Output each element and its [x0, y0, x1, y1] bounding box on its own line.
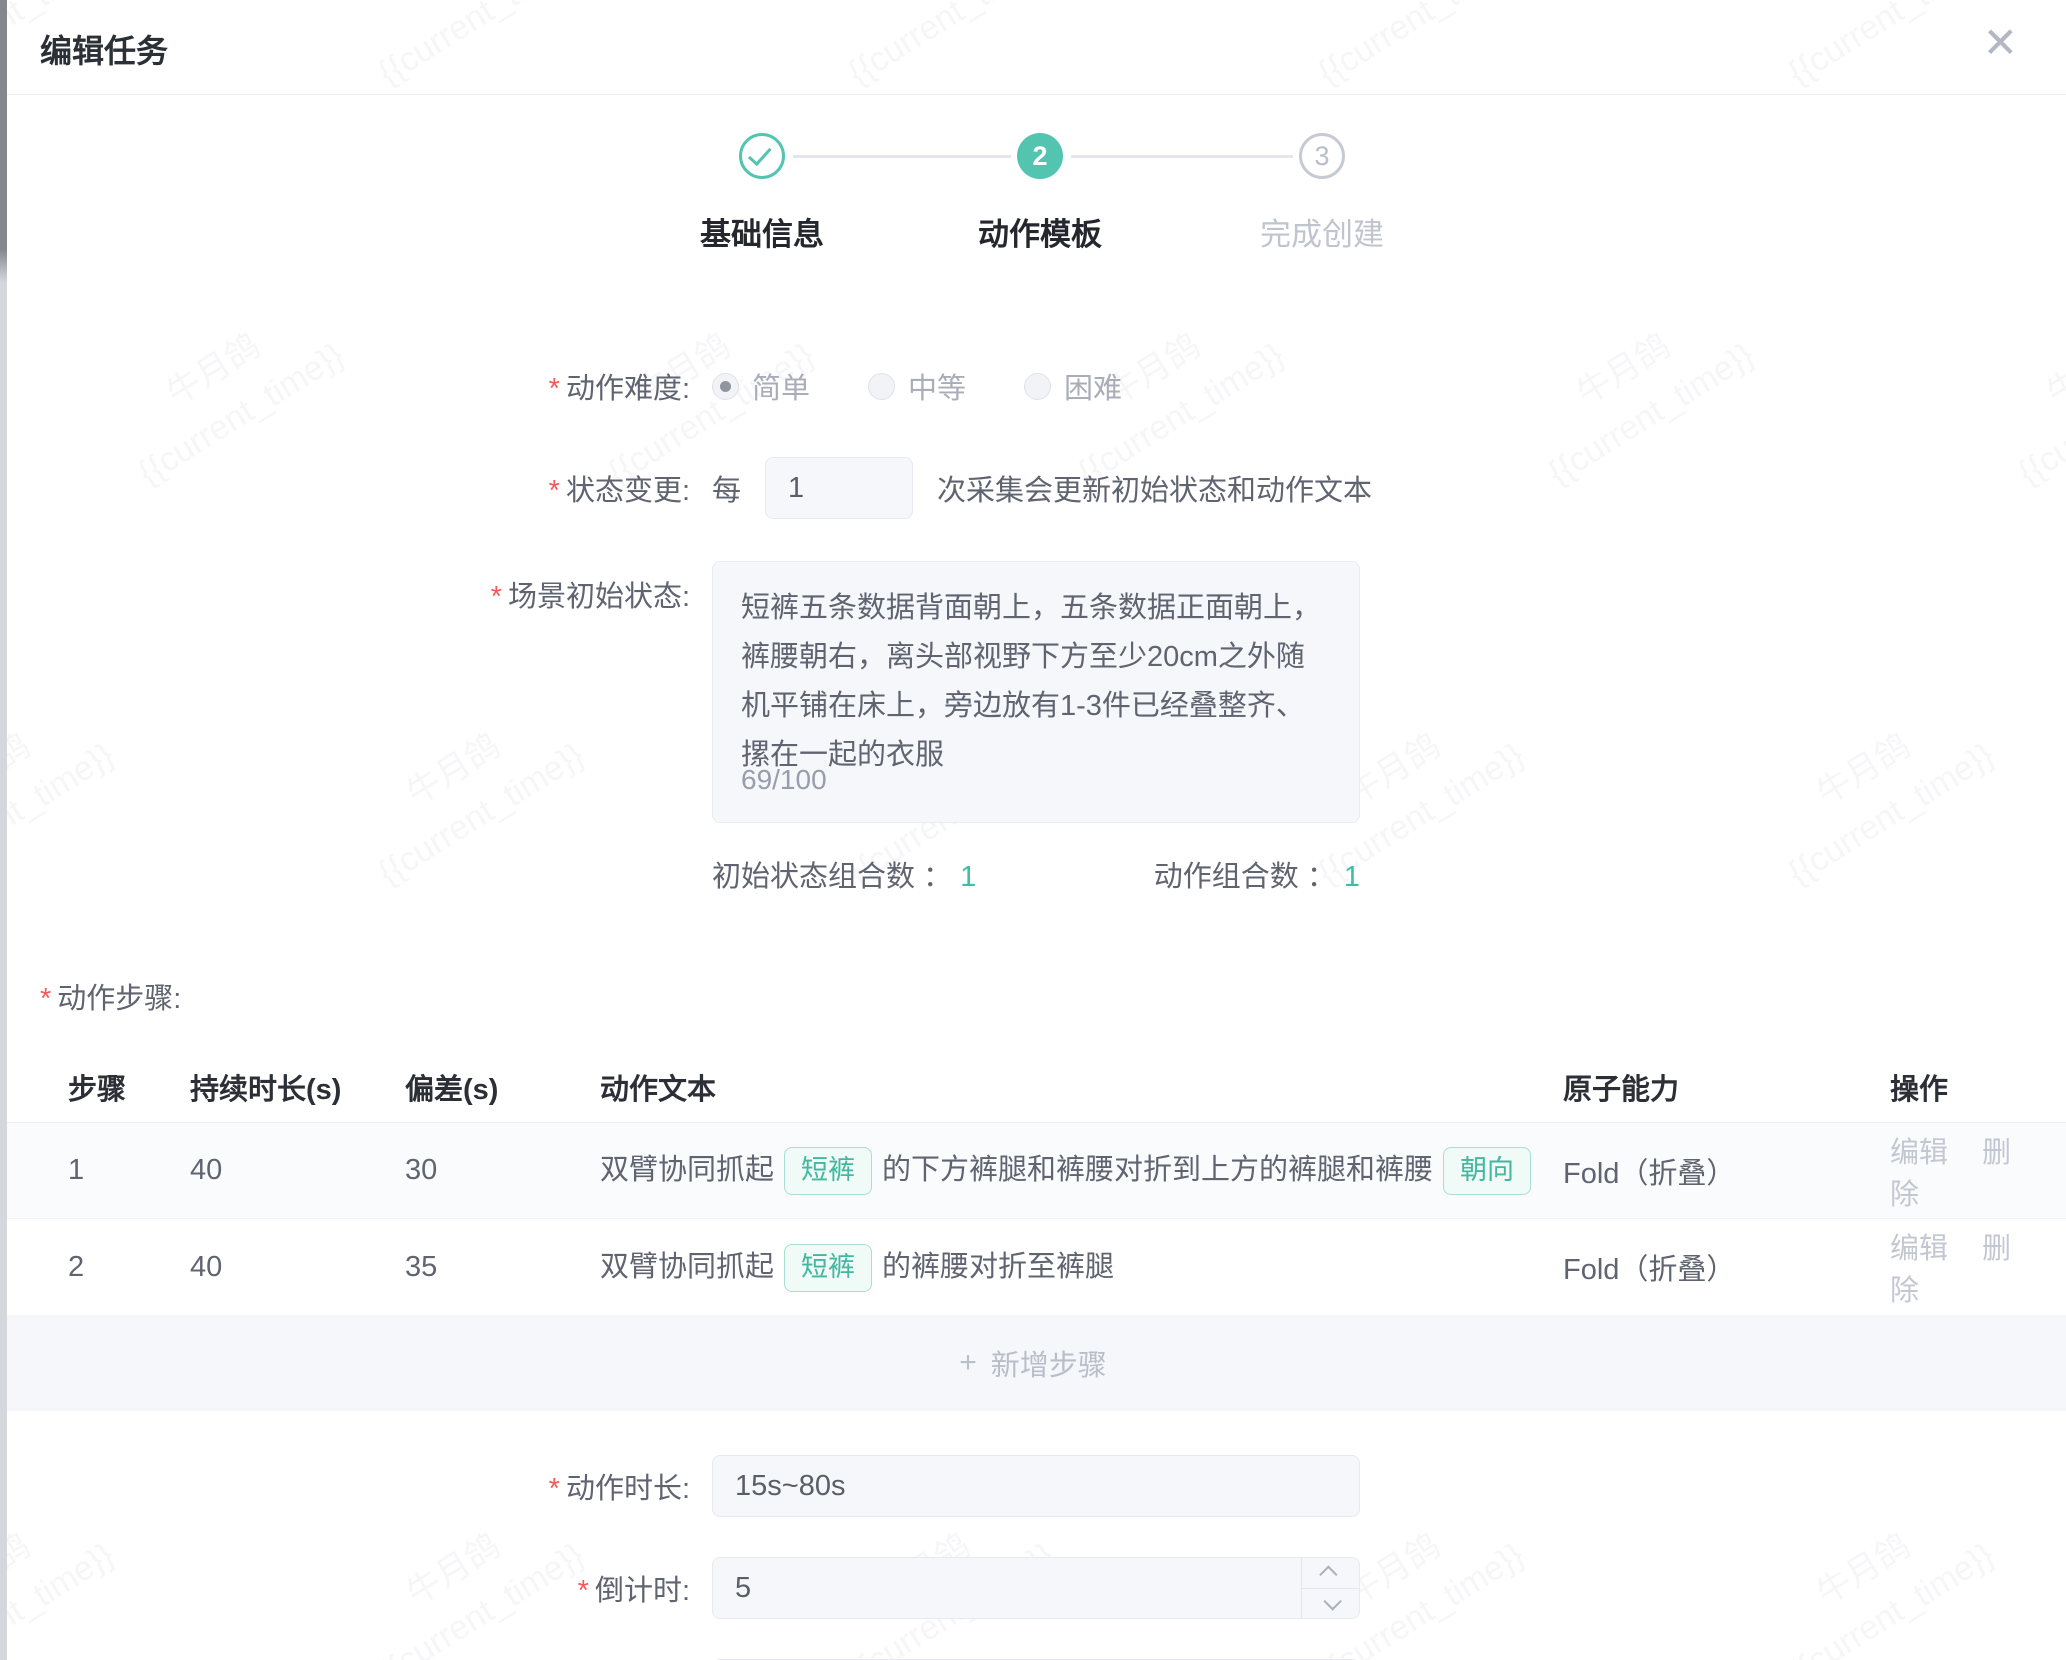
radio-easy-label: 简单	[752, 365, 810, 407]
radio-circle-checked	[712, 373, 739, 400]
table-row: 1 40 30 双臂协同抓起短裤的下方裤腿和裤腰对折到上方的裤腿和裤腰朝向 Fo…	[0, 1123, 2066, 1219]
chevron-down-icon	[1323, 1592, 1341, 1610]
radio-easy[interactable]: 简单	[712, 365, 810, 407]
dialog-header: 编辑任务 ✕	[0, 0, 2066, 95]
plus-icon: +	[959, 1346, 977, 1380]
required-asterisk: *	[40, 983, 51, 1015]
action-steps-table: 步骤 持续时长(s) 偏差(s) 动作文本 原子能力 操作 1 40 30 双臂…	[0, 1051, 2066, 1411]
table-header-row: 步骤 持续时长(s) 偏差(s) 动作文本 原子能力 操作	[0, 1051, 2066, 1123]
cell-deviation: 35	[405, 1251, 600, 1284]
number-spinner	[1301, 1558, 1359, 1618]
col-header-duration: 持续时长(s)	[190, 1066, 405, 1108]
combo-counts-row: 初始状态组合数 ：1 动作组合数 ：1	[0, 853, 2066, 895]
state-change-prefix: 每	[712, 467, 741, 509]
col-header-ability: 原子能力	[1563, 1066, 1890, 1108]
initial-state-label: *场景初始状态:	[0, 573, 690, 615]
cell-step: 2	[0, 1251, 190, 1284]
page-left-edge	[0, 0, 7, 1660]
initial-state-text: 短裤五条数据背面朝上，五条数据正面朝上，裤腰朝右，离头部视野下方至少20cm之外…	[741, 592, 1321, 771]
radio-hard[interactable]: 困难	[1024, 365, 1122, 407]
cell-operations: 编辑删除	[1890, 1225, 2066, 1309]
stepper: 2 3 基础信息 动作模板 完成创建	[0, 133, 2066, 279]
step-3-label: 完成创建	[1192, 209, 1452, 254]
edit-task-dialog: 编辑任务 ✕ 2 3 基础信息 动作模板 完成创建 *动作难度: 简单 中等	[0, 0, 2066, 1660]
cell-action-text: 双臂协同抓起短裤的下方裤腿和裤腰对折到上方的裤腿和裤腰朝向	[600, 1146, 1563, 1195]
cell-step: 1	[0, 1154, 190, 1187]
countdown-label: *倒计时:	[0, 1567, 690, 1609]
action-duration-row: *动作时长: 15s~80s	[0, 1455, 2066, 1517]
initial-state-textarea[interactable]: 短裤五条数据背面朝上，五条数据正面朝上，裤腰朝右，离头部视野下方至少20cm之外…	[712, 561, 1360, 823]
initial-combo: 初始状态组合数 ：1	[712, 853, 976, 895]
cell-ability: Fold（折叠）	[1563, 1150, 1890, 1192]
cell-operations: 编辑删除	[1890, 1129, 2066, 1213]
action-combo-label: 动作组合数 ：	[1154, 861, 1336, 893]
required-asterisk: *	[549, 475, 560, 507]
cell-action-text: 双臂协同抓起短裤的裤腰对折至裤腿	[600, 1243, 1563, 1292]
radio-medium[interactable]: 中等	[868, 365, 966, 407]
countdown-input[interactable]: 5	[712, 1557, 1360, 1619]
check-icon	[748, 142, 772, 166]
spinner-decrease-button[interactable]	[1302, 1589, 1359, 1619]
initial-state-row: *场景初始状态: 短裤五条数据背面朝上，五条数据正面朝上，裤腰朝右，离头部视野下…	[0, 561, 2066, 823]
orientation-tag: 朝向	[1443, 1147, 1531, 1195]
step-2-circle: 2	[1017, 133, 1063, 179]
action-combo: 动作组合数 ：1	[1154, 853, 1360, 895]
required-asterisk: *	[491, 581, 502, 613]
radio-medium-label: 中等	[908, 365, 966, 407]
step-connector-1	[793, 155, 1011, 158]
col-header-text: 动作文本	[600, 1066, 1563, 1108]
step-connector-2	[1071, 155, 1293, 158]
add-step-button[interactable]: + 新增步骤	[0, 1315, 2066, 1411]
radio-circle	[868, 373, 895, 400]
action-duration-input[interactable]: 15s~80s	[712, 1455, 1360, 1517]
dialog-title: 编辑任务	[40, 26, 168, 72]
add-step-label: 新增步骤	[991, 1342, 1107, 1384]
cell-ability: Fold（折叠）	[1563, 1246, 1890, 1288]
step-3-circle: 3	[1299, 133, 1345, 179]
required-asterisk: *	[549, 373, 560, 405]
action-duration-label: *动作时长:	[0, 1465, 690, 1507]
col-header-step: 步骤	[0, 1066, 190, 1108]
difficulty-radio-group: 简单 中等 困难	[712, 365, 1180, 407]
edit-link[interactable]: 编辑	[1890, 1233, 1948, 1265]
step-2-label: 动作模板	[910, 209, 1170, 254]
radio-hard-label: 困难	[1064, 365, 1122, 407]
cell-duration: 40	[190, 1154, 405, 1187]
object-tag: 短裤	[784, 1244, 872, 1292]
countdown-row: *倒计时: 5	[0, 1557, 2066, 1619]
difficulty-row: *动作难度: 简单 中等 困难	[0, 365, 2066, 407]
radio-circle	[1024, 373, 1051, 400]
step-1-label: 基础信息	[632, 209, 892, 254]
state-change-input[interactable]: 1	[765, 457, 913, 519]
close-icon[interactable]: ✕	[1983, 22, 2018, 64]
difficulty-label: *动作难度:	[0, 365, 690, 407]
spinner-increase-button[interactable]	[1302, 1558, 1359, 1589]
step-1-circle	[739, 133, 785, 179]
state-change-suffix: 次采集会更新初始状态和动作文本	[937, 467, 1372, 509]
initial-combo-label: 初始状态组合数 ：	[712, 861, 952, 893]
table-row: 2 40 35 双臂协同抓起短裤的裤腰对折至裤腿 Fold（折叠） 编辑删除	[0, 1219, 2066, 1315]
chevron-up-icon	[1319, 1566, 1337, 1584]
required-asterisk: *	[578, 1575, 589, 1607]
radio-dot	[720, 381, 731, 392]
col-header-ops: 操作	[1890, 1066, 2066, 1108]
edit-link[interactable]: 编辑	[1890, 1137, 1948, 1169]
col-header-deviation: 偏差(s)	[405, 1066, 600, 1108]
initial-combo-value: 1	[960, 861, 976, 893]
action-combo-value: 1	[1344, 861, 1360, 893]
action-steps-title: *动作步骤:	[40, 975, 2066, 1017]
char-counter: 69/100	[741, 755, 827, 804]
state-change-label: *状态变更:	[0, 467, 690, 509]
cell-deviation: 30	[405, 1154, 600, 1187]
cell-duration: 40	[190, 1251, 405, 1284]
state-change-row: *状态变更: 每 1 次采集会更新初始状态和动作文本	[0, 457, 2066, 519]
object-tag: 短裤	[784, 1147, 872, 1195]
required-asterisk: *	[549, 1473, 560, 1505]
